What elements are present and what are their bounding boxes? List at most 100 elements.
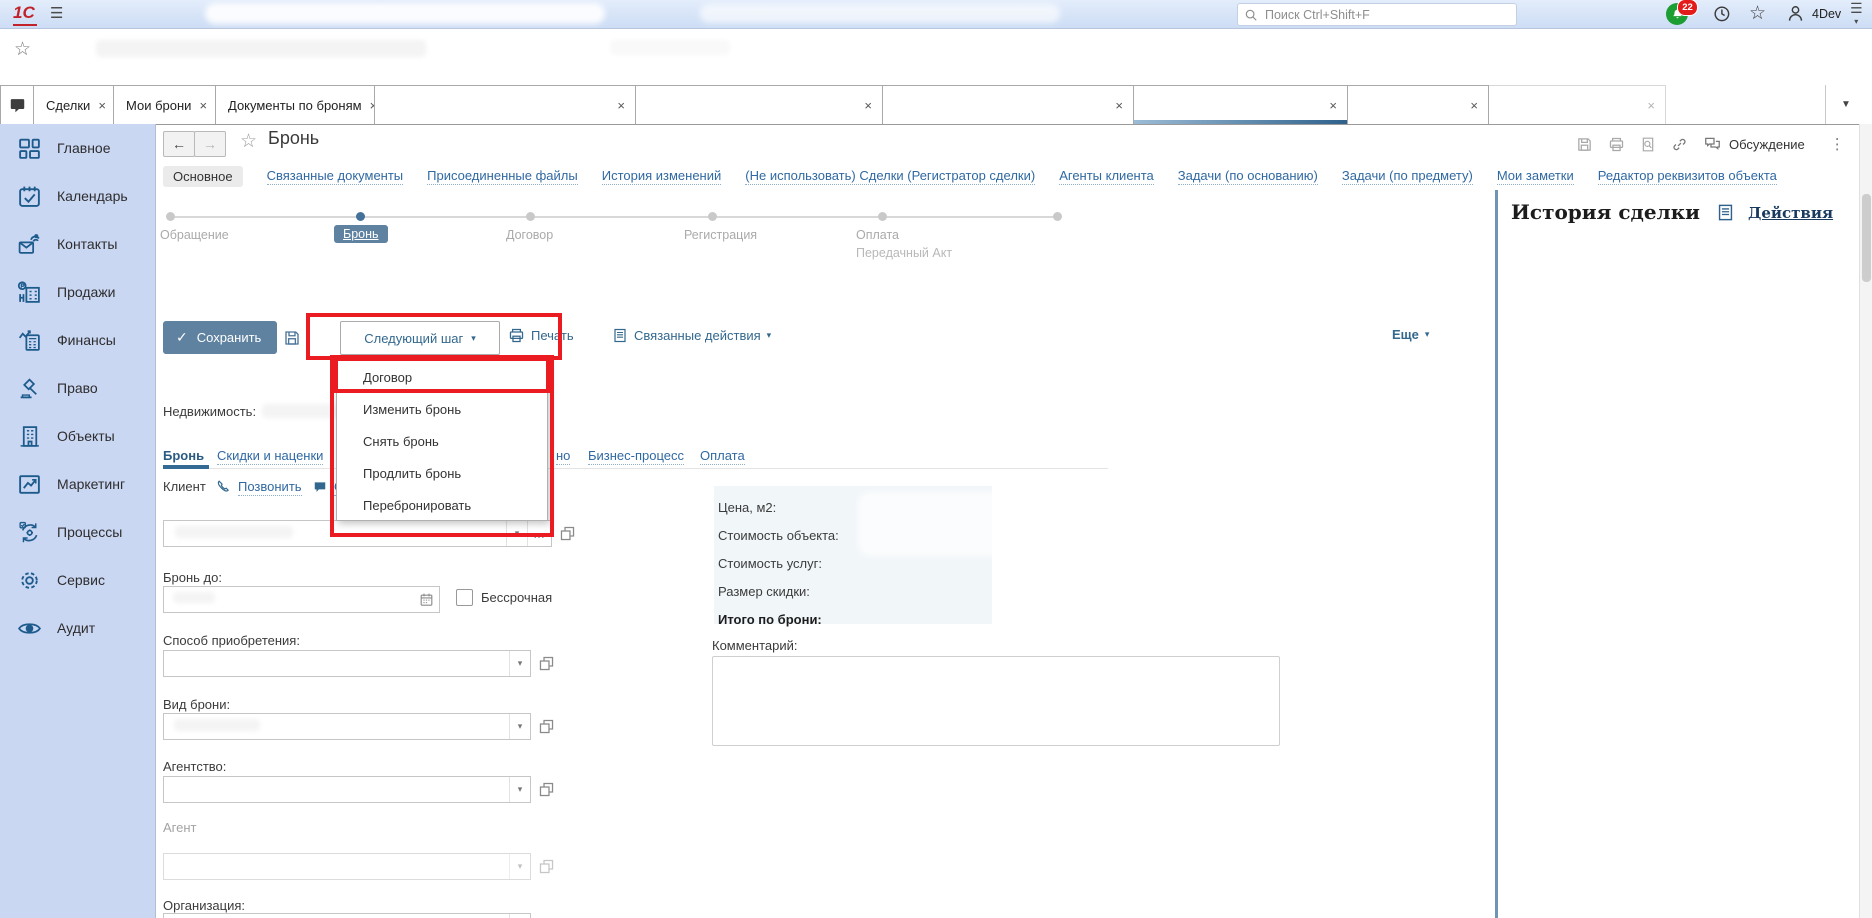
acquisition-field[interactable]: [164, 651, 509, 676]
tab-redacted-5[interactable]: ×: [1488, 85, 1666, 124]
save-button[interactable]: ✓ Сохранить: [163, 321, 277, 354]
close-tab-icon[interactable]: ×: [1321, 98, 1337, 113]
favorite-toggle-star[interactable]: ☆: [240, 130, 257, 153]
close-tab-icon[interactable]: ×: [1107, 98, 1123, 113]
step-chip-bron[interactable]: Бронь: [334, 225, 388, 243]
next-step-button[interactable]: Следующий шаг ▾: [340, 321, 500, 355]
comment-textarea[interactable]: [712, 656, 1280, 746]
acquisition-input[interactable]: ▾: [163, 650, 531, 677]
agency-dropdown-button[interactable]: ▾: [509, 777, 530, 802]
sidebar-item-servis[interactable]: Сервис: [0, 556, 155, 604]
open-agent-icon[interactable]: [538, 858, 555, 875]
open-booking-kind-icon[interactable]: [538, 718, 555, 735]
navlink-svyazannye-dokumenty[interactable]: Связанные документы: [267, 168, 404, 185]
agency-input[interactable]: ▾: [163, 776, 531, 803]
tab-active-bron[interactable]: ×: [1133, 85, 1348, 124]
agent-field[interactable]: [164, 854, 509, 879]
forward-button[interactable]: →: [194, 131, 226, 157]
navlink-prisoedinennye-fajly[interactable]: Присоединенные файлы: [427, 168, 578, 185]
subtab-skidki-i-nacenki[interactable]: Скидки и наценки: [217, 448, 323, 465]
print-icon[interactable]: [1608, 136, 1625, 153]
tab-home-chat[interactable]: [0, 85, 34, 124]
notifications-button[interactable]: 22: [1666, 1, 1692, 27]
sidebar-item-obekty[interactable]: Объекты: [0, 412, 155, 460]
menu-item-dogovor[interactable]: Договор: [337, 362, 547, 394]
navlink-agenty-klienta[interactable]: Агенты клиента: [1059, 168, 1154, 185]
back-button[interactable]: ←: [163, 131, 195, 157]
agent-input[interactable]: ▾: [163, 853, 531, 880]
close-tab-icon[interactable]: ×: [856, 98, 872, 113]
user-name[interactable]: 4Dev: [1812, 7, 1841, 21]
menu-item-izmenit-bron[interactable]: Изменить бронь: [337, 394, 547, 426]
scrollbar-thumb[interactable]: [1862, 194, 1871, 282]
sidebar-item-kontakty[interactable]: Контакты: [0, 220, 155, 268]
organization-dropdown-button[interactable]: ▾: [509, 914, 530, 918]
subtab-oplata[interactable]: Оплата: [700, 448, 745, 465]
date-picker-button[interactable]: [413, 587, 439, 612]
menu-item-prodlit-bron[interactable]: Продлить бронь: [337, 458, 547, 490]
get-link-icon[interactable]: [1671, 136, 1688, 153]
menu-item-perebronirovat[interactable]: Перебронировать: [337, 490, 547, 522]
tab-redacted-3[interactable]: ×: [882, 85, 1134, 124]
client-choose-button[interactable]: …: [527, 521, 551, 546]
organization-input[interactable]: ▾: [163, 913, 531, 918]
history-clock-icon[interactable]: [1712, 4, 1731, 23]
navlink-redaktor-rekvizitov[interactable]: Редактор реквизитов объекта: [1598, 168, 1777, 185]
print-button[interactable]: Печать: [508, 327, 574, 344]
search-input[interactable]: [1263, 7, 1510, 23]
client-dropdown-button[interactable]: ▾: [506, 521, 527, 546]
subtab-biznes-process[interactable]: Бизнес-процесс: [588, 448, 684, 465]
tab-dokumenty-po-bronyam[interactable]: Документы по броням ×: [215, 85, 375, 124]
subtab-partial[interactable]: но: [556, 448, 570, 465]
agency-field[interactable]: [164, 777, 509, 802]
sidebar-item-prodazhi[interactable]: Продажи: [0, 268, 155, 316]
booking-kind-dropdown-button[interactable]: ▾: [509, 714, 530, 739]
sidebar-item-audit[interactable]: Аудит: [0, 604, 155, 652]
navlink-osnovnoe[interactable]: Основное: [163, 166, 243, 187]
vertical-scrollbar[interactable]: [1859, 124, 1872, 918]
tab-sdelki[interactable]: Сделки ×: [33, 85, 114, 124]
global-search[interactable]: [1237, 3, 1517, 26]
organization-field[interactable]: [164, 914, 509, 918]
navlink-zadachi-po-predmetu[interactable]: Задачи (по предмету): [1342, 168, 1473, 185]
close-tab-icon[interactable]: ×: [1462, 98, 1478, 113]
close-tab-icon[interactable]: ×: [609, 98, 625, 113]
1c-logo[interactable]: 1С: [13, 3, 37, 26]
save-icon[interactable]: [1576, 136, 1593, 153]
open-agency-icon[interactable]: [538, 781, 555, 798]
open-acquisition-icon[interactable]: [538, 655, 555, 672]
favorites-star-icon[interactable]: ☆: [1749, 2, 1766, 25]
sidebar-item-marketing[interactable]: Маркетинг: [0, 460, 155, 508]
sidebar-item-glavnoe[interactable]: Главное: [0, 124, 155, 172]
related-actions-button[interactable]: Связанные действия ▾: [612, 327, 771, 344]
sidebar-item-kalendar[interactable]: Календарь: [0, 172, 155, 220]
sidebar-item-finansy[interactable]: Финансы: [0, 316, 155, 364]
sidebar-item-processy[interactable]: Процессы: [0, 508, 155, 556]
tab-redacted-1[interactable]: ×: [374, 85, 636, 124]
print-preview-icon[interactable]: [1640, 136, 1656, 153]
navlink-sdelki-registrator[interactable]: (Не использовать) Сделки (Регистратор сд…: [745, 168, 1035, 185]
subtab-bron[interactable]: Бронь: [163, 448, 204, 463]
user-account-icon[interactable]: [1786, 4, 1805, 23]
close-tab-icon[interactable]: ×: [191, 98, 207, 113]
close-tab-icon[interactable]: ×: [90, 98, 106, 113]
acquisition-dropdown-button[interactable]: ▾: [509, 651, 530, 676]
tab-redacted-4[interactable]: ×: [1347, 85, 1489, 124]
navlink-moi-zametki[interactable]: Мои заметки: [1497, 168, 1574, 185]
close-tab-icon[interactable]: ×: [362, 98, 375, 113]
save-close-floppy-icon[interactable]: [283, 329, 301, 347]
tab-moi-broni[interactable]: Мои брони ×: [113, 85, 216, 124]
perpetual-checkbox[interactable]: [456, 589, 473, 606]
main-menu-burger-icon[interactable]: ☰: [50, 4, 63, 22]
actions-document-icon[interactable]: [1716, 203, 1735, 222]
navlink-zadachi-po-osnovaniyu[interactable]: Задачи (по основанию): [1178, 168, 1318, 185]
tab-overflow-button[interactable]: ▼: [1825, 85, 1866, 124]
open-client-icon[interactable]: [559, 525, 576, 542]
discussion-chat-icon[interactable]: [1703, 135, 1722, 153]
discussion-label[interactable]: Обсуждение: [1729, 137, 1805, 152]
navlink-istoriya-izmenenij[interactable]: История изменений: [602, 168, 722, 185]
close-tab-icon[interactable]: ×: [1639, 98, 1655, 113]
menu-item-snyat-bron[interactable]: Снять бронь: [337, 426, 547, 458]
sidebar-item-pravo[interactable]: Право: [0, 364, 155, 412]
history-actions-link[interactable]: Действия: [1748, 204, 1833, 222]
